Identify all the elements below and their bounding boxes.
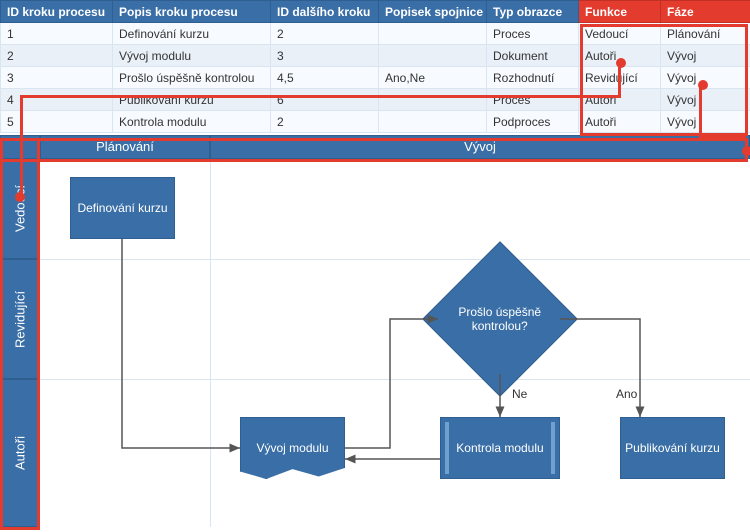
lane-label: Autoři: [0, 379, 40, 527]
col-phase: Fáze: [661, 1, 750, 23]
table-row[interactable]: 3 Prošlo úspěšně kontrolou 4,5 Ano,Ne Ro…: [1, 67, 750, 89]
cell-conn[interactable]: [379, 45, 487, 67]
table-row[interactable]: 2 Vývoj modulu 3 Dokument Autoři Vývoj: [1, 45, 750, 67]
cell-id[interactable]: 1: [1, 23, 113, 45]
cell-next[interactable]: 6: [271, 89, 379, 111]
edge-label-yes: Ano: [614, 387, 639, 401]
cell-id[interactable]: 4: [1, 89, 113, 111]
data-table: ID kroku procesu Popis kroku procesu ID …: [0, 0, 750, 133]
cell-next[interactable]: 3: [271, 45, 379, 67]
cell-shape[interactable]: Dokument: [487, 45, 579, 67]
shape-label: Definování kurzu: [77, 201, 167, 215]
shape-develop-module[interactable]: Vývoj modulu: [240, 417, 345, 479]
cell-next[interactable]: 2: [271, 23, 379, 45]
swimlane-diagram: Vedoucí Revidující Autoři Definování kur…: [0, 159, 750, 527]
cell-phase[interactable]: Vývoj: [661, 111, 750, 133]
lane-labels: Vedoucí Revidující Autoři: [0, 159, 40, 527]
lane-divider: [40, 259, 750, 260]
col-next: ID dalšího kroku: [271, 1, 379, 23]
cell-next[interactable]: 2: [271, 111, 379, 133]
cell-shape[interactable]: Rozhodnutí: [487, 67, 579, 89]
col-desc: Popis kroku procesu: [113, 1, 271, 23]
table-row[interactable]: 5 Kontrola modulu 2 Podproces Autoři Výv…: [1, 111, 750, 133]
cell-func[interactable]: Revidující: [579, 67, 661, 89]
cell-phase[interactable]: Vývoj: [661, 67, 750, 89]
lane-divider: [40, 379, 750, 380]
cell-conn[interactable]: [379, 23, 487, 45]
edge-label-no: Ne: [510, 387, 529, 401]
cell-phase[interactable]: Plánování: [661, 23, 750, 45]
cell-phase[interactable]: Vývoj: [661, 45, 750, 67]
shape-decision[interactable]: Prošlo úspěšně kontrolou?: [422, 241, 578, 397]
cell-shape[interactable]: Podproces: [487, 111, 579, 133]
cell-func[interactable]: Autoři: [579, 45, 661, 67]
cell-shape[interactable]: Proces: [487, 89, 579, 111]
col-conn: Popisek spojnice: [379, 1, 487, 23]
shape-label: Prošlo úspěšně kontrolou?: [450, 305, 550, 334]
col-shape: Typ obrazce: [487, 1, 579, 23]
col-func: Funkce: [579, 1, 661, 23]
lane-label: Vedoucí: [0, 159, 40, 259]
col-id: ID kroku procesu: [1, 1, 113, 23]
cell-conn[interactable]: [379, 111, 487, 133]
table-row[interactable]: 1 Definování kurzu 2 Proces Vedoucí Plán…: [1, 23, 750, 45]
shape-label: Vývoj modulu: [256, 441, 328, 455]
shape-define-course[interactable]: Definování kurzu: [70, 177, 175, 239]
phase-header: Plánování: [40, 135, 210, 159]
cell-desc[interactable]: Vývoj modulu: [113, 45, 271, 67]
shape-control-module[interactable]: Kontrola modulu: [440, 417, 560, 479]
cell-conn[interactable]: Ano,Ne: [379, 67, 487, 89]
cell-next[interactable]: 4,5: [271, 67, 379, 89]
cell-desc[interactable]: Kontrola modulu: [113, 111, 271, 133]
cell-shape[interactable]: Proces: [487, 23, 579, 45]
cell-desc[interactable]: Definování kurzu: [113, 23, 271, 45]
cell-phase[interactable]: Vývoj: [661, 89, 750, 111]
lane-corner: [0, 135, 40, 159]
cell-desc[interactable]: Prošlo úspěšně kontrolou: [113, 67, 271, 89]
cell-desc[interactable]: Publikování kurzu: [113, 89, 271, 111]
table-row[interactable]: 4 Publikování kurzu 6 Proces Autoři Vývo…: [1, 89, 750, 111]
shape-publish-course[interactable]: Publikování kurzu: [620, 417, 725, 479]
cell-id[interactable]: 2: [1, 45, 113, 67]
phase-strip: Plánování Vývoj: [0, 135, 750, 159]
cell-conn[interactable]: [379, 89, 487, 111]
cell-id[interactable]: 5: [1, 111, 113, 133]
phase-header: Vývoj: [210, 135, 750, 159]
cell-func[interactable]: Autoři: [579, 111, 661, 133]
shape-label: Publikování kurzu: [625, 441, 720, 455]
cell-func[interactable]: Autoři: [579, 89, 661, 111]
lane-label: Revidující: [0, 259, 40, 379]
table-header-row: ID kroku procesu Popis kroku procesu ID …: [1, 1, 750, 23]
phase-divider: [210, 159, 211, 527]
cell-id[interactable]: 3: [1, 67, 113, 89]
cell-func[interactable]: Vedoucí: [579, 23, 661, 45]
shape-label: Kontrola modulu: [456, 441, 543, 455]
diagram-canvas: Definování kurzu Vývoj modulu Prošlo úsp…: [40, 159, 750, 527]
